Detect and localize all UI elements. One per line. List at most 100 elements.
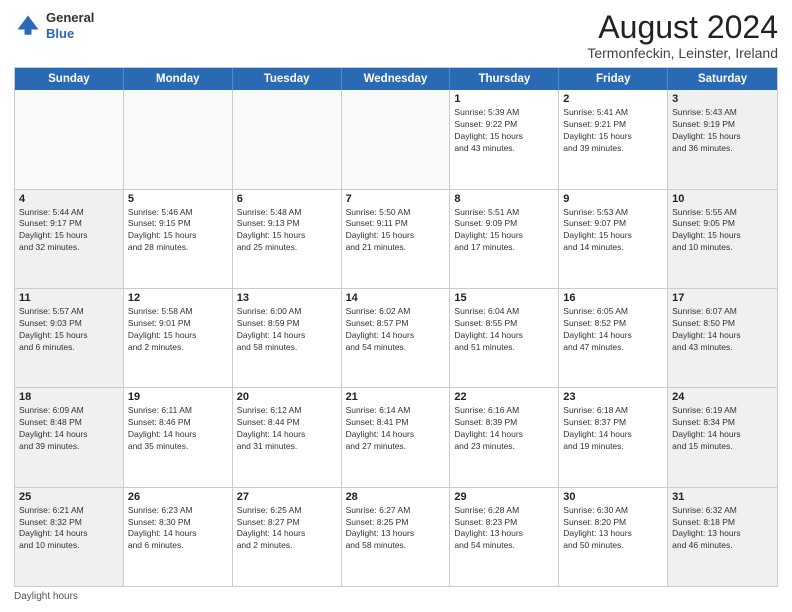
calendar-cell: 4 Sunrise: 5:44 AM Sunset: 9:17 PM Daylig… bbox=[15, 190, 124, 288]
day-info: Sunrise: 6:18 AM Sunset: 8:37 PM Dayligh… bbox=[563, 405, 663, 453]
day-info: Sunrise: 6:27 AM Sunset: 8:25 PM Dayligh… bbox=[346, 505, 446, 553]
calendar-cell: 22 Sunrise: 6:16 AM Sunset: 8:39 PM Dayli… bbox=[450, 388, 559, 486]
page: General Blue August 2024 Termonfeckin, L… bbox=[0, 0, 792, 612]
calendar-body: 1Sunrise: 5:39 AM Sunset: 9:22 PM Daylig… bbox=[15, 90, 777, 586]
calendar-header-cell: Friday bbox=[559, 68, 668, 90]
day-number: 22 bbox=[454, 391, 554, 403]
calendar-cell: 19 Sunrise: 6:11 AM Sunset: 8:46 PM Dayli… bbox=[124, 388, 233, 486]
calendar-cell: 11 Sunrise: 5:57 AM Sunset: 9:03 PM Dayli… bbox=[15, 289, 124, 387]
calendar-cell bbox=[233, 90, 342, 188]
day-number: 10 bbox=[672, 193, 773, 205]
calendar: SundayMondayTuesdayWednesdayThursdayFrid… bbox=[14, 67, 778, 587]
calendar-cell: 6 Sunrise: 5:48 AM Sunset: 9:13 PM Daylig… bbox=[233, 190, 342, 288]
day-info: Sunrise: 6:16 AM Sunset: 8:39 PM Dayligh… bbox=[454, 405, 554, 453]
day-info: Sunrise: 5:51 AM Sunset: 9:09 PM Dayligh… bbox=[454, 207, 554, 255]
day-number: 20 bbox=[237, 391, 337, 403]
day-info: Sunrise: 6:09 AM Sunset: 8:48 PM Dayligh… bbox=[19, 405, 119, 453]
day-number: 8 bbox=[454, 193, 554, 205]
day-info: Sunrise: 5:43 AM Sunset: 9:19 PM Dayligh… bbox=[672, 107, 773, 155]
logo-icon bbox=[14, 12, 42, 40]
calendar-cell: 21 Sunrise: 6:14 AM Sunset: 8:41 PM Dayli… bbox=[342, 388, 451, 486]
calendar-header-cell: Thursday bbox=[450, 68, 559, 90]
day-info: Sunrise: 6:30 AM Sunset: 8:20 PM Dayligh… bbox=[563, 505, 663, 553]
calendar-cell: 27 Sunrise: 6:25 AM Sunset: 8:27 PM Dayli… bbox=[233, 488, 342, 586]
day-info: Sunrise: 5:50 AM Sunset: 9:11 PM Dayligh… bbox=[346, 207, 446, 255]
calendar-cell: 13 Sunrise: 6:00 AM Sunset: 8:59 PM Dayli… bbox=[233, 289, 342, 387]
day-info: Sunrise: 5:41 AM Sunset: 9:21 PM Dayligh… bbox=[563, 107, 663, 155]
logo-text: General Blue bbox=[46, 10, 94, 41]
day-info: Sunrise: 5:44 AM Sunset: 9:17 PM Dayligh… bbox=[19, 207, 119, 255]
day-info: Sunrise: 6:00 AM Sunset: 8:59 PM Dayligh… bbox=[237, 306, 337, 354]
day-number: 18 bbox=[19, 391, 119, 403]
day-number: 14 bbox=[346, 292, 446, 304]
calendar-row: 18 Sunrise: 6:09 AM Sunset: 8:48 PM Dayli… bbox=[15, 388, 777, 487]
day-number: 25 bbox=[19, 491, 119, 503]
logo: General Blue bbox=[14, 10, 94, 41]
day-info: Sunrise: 6:32 AM Sunset: 8:18 PM Dayligh… bbox=[672, 505, 773, 553]
calendar-cell bbox=[124, 90, 233, 188]
calendar-cell: 17 Sunrise: 6:07 AM Sunset: 8:50 PM Dayli… bbox=[668, 289, 777, 387]
calendar-cell: 24 Sunrise: 6:19 AM Sunset: 8:34 PM Dayli… bbox=[668, 388, 777, 486]
day-number: 12 bbox=[128, 292, 228, 304]
subtitle: Termonfeckin, Leinster, Ireland bbox=[587, 45, 778, 61]
calendar-cell: 10Sunrise: 5:55 AM Sunset: 9:05 PM Dayli… bbox=[668, 190, 777, 288]
day-info: Sunrise: 6:02 AM Sunset: 8:57 PM Dayligh… bbox=[346, 306, 446, 354]
calendar-cell: 2 Sunrise: 5:41 AM Sunset: 9:21 PM Daylig… bbox=[559, 90, 668, 188]
title-block: August 2024 Termonfeckin, Leinster, Irel… bbox=[587, 10, 778, 61]
day-number: 31 bbox=[672, 491, 773, 503]
calendar-cell: 26Sunrise: 6:23 AM Sunset: 8:30 PM Dayli… bbox=[124, 488, 233, 586]
calendar-cell bbox=[15, 90, 124, 188]
calendar-cell: 3Sunrise: 5:43 AM Sunset: 9:19 PM Daylig… bbox=[668, 90, 777, 188]
day-number: 19 bbox=[128, 391, 228, 403]
day-number: 4 bbox=[19, 193, 119, 205]
day-number: 2 bbox=[563, 93, 663, 105]
day-info: Sunrise: 6:14 AM Sunset: 8:41 PM Dayligh… bbox=[346, 405, 446, 453]
day-number: 7 bbox=[346, 193, 446, 205]
day-number: 27 bbox=[237, 491, 337, 503]
calendar-cell: 16Sunrise: 6:05 AM Sunset: 8:52 PM Dayli… bbox=[559, 289, 668, 387]
day-info: Sunrise: 6:28 AM Sunset: 8:23 PM Dayligh… bbox=[454, 505, 554, 553]
day-number: 13 bbox=[237, 292, 337, 304]
day-info: Sunrise: 5:48 AM Sunset: 9:13 PM Dayligh… bbox=[237, 207, 337, 255]
day-number: 23 bbox=[563, 391, 663, 403]
day-number: 6 bbox=[237, 193, 337, 205]
calendar-cell: 23 Sunrise: 6:18 AM Sunset: 8:37 PM Dayli… bbox=[559, 388, 668, 486]
calendar-header-cell: Saturday bbox=[668, 68, 777, 90]
day-number: 11 bbox=[19, 292, 119, 304]
calendar-cell: 20 Sunrise: 6:12 AM Sunset: 8:44 PM Dayli… bbox=[233, 388, 342, 486]
calendar-header-row: SundayMondayTuesdayWednesdayThursdayFrid… bbox=[15, 68, 777, 90]
day-number: 24 bbox=[672, 391, 773, 403]
calendar-header-cell: Monday bbox=[124, 68, 233, 90]
day-info: Sunrise: 5:53 AM Sunset: 9:07 PM Dayligh… bbox=[563, 207, 663, 255]
calendar-cell: 15Sunrise: 6:04 AM Sunset: 8:55 PM Dayli… bbox=[450, 289, 559, 387]
day-number: 28 bbox=[346, 491, 446, 503]
calendar-cell: 18 Sunrise: 6:09 AM Sunset: 8:48 PM Dayli… bbox=[15, 388, 124, 486]
calendar-row: 1Sunrise: 5:39 AM Sunset: 9:22 PM Daylig… bbox=[15, 90, 777, 189]
calendar-cell: 8 Sunrise: 5:51 AM Sunset: 9:09 PM Daylig… bbox=[450, 190, 559, 288]
day-number: 17 bbox=[672, 292, 773, 304]
calendar-cell: 1Sunrise: 5:39 AM Sunset: 9:22 PM Daylig… bbox=[450, 90, 559, 188]
calendar-cell: 14 Sunrise: 6:02 AM Sunset: 8:57 PM Dayli… bbox=[342, 289, 451, 387]
day-info: Sunrise: 6:19 AM Sunset: 8:34 PM Dayligh… bbox=[672, 405, 773, 453]
day-info: Sunrise: 5:46 AM Sunset: 9:15 PM Dayligh… bbox=[128, 207, 228, 255]
calendar-row: 4 Sunrise: 5:44 AM Sunset: 9:17 PM Daylig… bbox=[15, 190, 777, 289]
day-info: Sunrise: 5:57 AM Sunset: 9:03 PM Dayligh… bbox=[19, 306, 119, 354]
day-number: 30 bbox=[563, 491, 663, 503]
calendar-cell: 28 Sunrise: 6:27 AM Sunset: 8:25 PM Dayli… bbox=[342, 488, 451, 586]
calendar-cell: 29Sunrise: 6:28 AM Sunset: 8:23 PM Dayli… bbox=[450, 488, 559, 586]
calendar-cell: 7 Sunrise: 5:50 AM Sunset: 9:11 PM Daylig… bbox=[342, 190, 451, 288]
header: General Blue August 2024 Termonfeckin, L… bbox=[14, 10, 778, 61]
day-info: Sunrise: 6:11 AM Sunset: 8:46 PM Dayligh… bbox=[128, 405, 228, 453]
day-number: 26 bbox=[128, 491, 228, 503]
day-info: Sunrise: 6:12 AM Sunset: 8:44 PM Dayligh… bbox=[237, 405, 337, 453]
calendar-cell: 25 Sunrise: 6:21 AM Sunset: 8:32 PM Dayli… bbox=[15, 488, 124, 586]
day-info: Sunrise: 6:25 AM Sunset: 8:27 PM Dayligh… bbox=[237, 505, 337, 553]
calendar-cell bbox=[342, 90, 451, 188]
day-info: Sunrise: 6:04 AM Sunset: 8:55 PM Dayligh… bbox=[454, 306, 554, 354]
day-number: 21 bbox=[346, 391, 446, 403]
calendar-header-cell: Wednesday bbox=[342, 68, 451, 90]
day-number: 16 bbox=[563, 292, 663, 304]
day-info: Sunrise: 6:07 AM Sunset: 8:50 PM Dayligh… bbox=[672, 306, 773, 354]
day-info: Sunrise: 6:21 AM Sunset: 8:32 PM Dayligh… bbox=[19, 505, 119, 553]
footer-note: Daylight hours bbox=[14, 591, 778, 602]
